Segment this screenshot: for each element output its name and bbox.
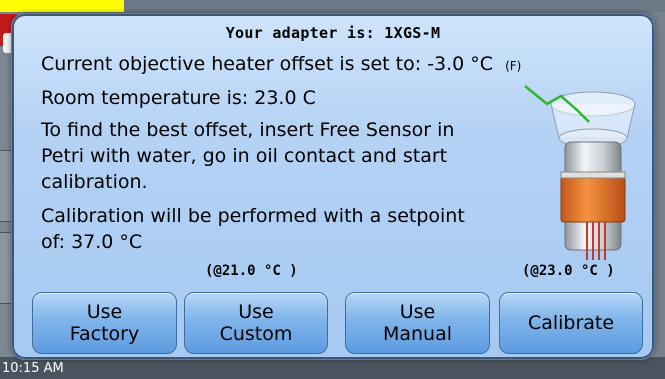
custom-temperature-note: (@21.0 °C ) xyxy=(205,263,298,279)
use-factory-button[interactable]: Use Factory xyxy=(32,292,177,354)
use-custom-button[interactable]: Use Custom xyxy=(184,292,328,354)
objective-heater-icon xyxy=(524,85,636,260)
setpoint-line-1: Calibration will be performed with a set… xyxy=(41,205,465,227)
use-custom-label-1: Use xyxy=(238,301,274,323)
offset-text: Current objective heater offset is set t… xyxy=(41,53,494,75)
use-factory-label-2: Factory xyxy=(69,323,140,345)
calibrate-temperature-note: (@23.0 °C ) xyxy=(522,263,615,279)
room-temperature-line: Room temperature is: 23.0 C xyxy=(41,87,316,109)
instruction-line-3: calibration. xyxy=(41,171,148,193)
clock-label: 10:15 AM xyxy=(2,361,64,376)
use-factory-label-1: Use xyxy=(86,301,123,323)
use-manual-button[interactable]: Use Manual xyxy=(345,292,490,354)
background-highlight-bar xyxy=(0,0,124,12)
status-bar xyxy=(0,357,665,379)
calibration-dialog: Your adapter is: 1XGS-M Current objectiv… xyxy=(11,13,655,360)
offset-info-line: Current objective heater offset is set t… xyxy=(41,52,521,78)
instruction-line-1: To find the best offset, insert Free Sen… xyxy=(41,119,455,141)
dialog-title: Your adapter is: 1XGS-M xyxy=(225,24,441,42)
instruction-line-2: Petri with water, go in oil contact and … xyxy=(41,145,448,167)
use-manual-label-2: Manual xyxy=(382,323,453,345)
use-custom-label-2: Custom xyxy=(219,323,293,345)
use-manual-label-1: Use xyxy=(399,301,436,323)
setpoint-line-2: of: 37.0 °C xyxy=(41,231,143,253)
calibrate-button[interactable]: Calibrate xyxy=(499,292,643,354)
calibrate-label: Calibrate xyxy=(527,312,615,334)
offset-unit-flag: (F) xyxy=(505,59,522,73)
